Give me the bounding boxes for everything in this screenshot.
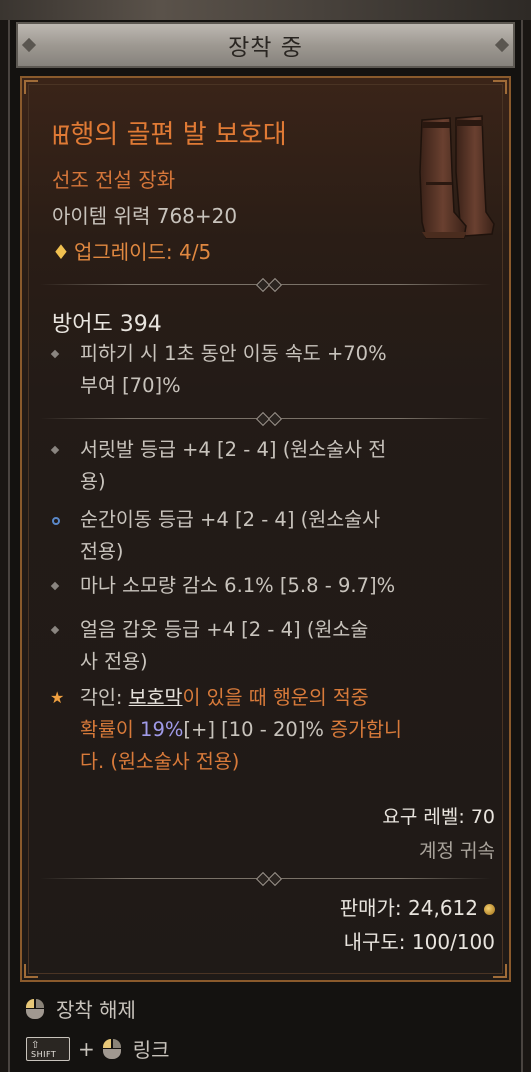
required-level: 요구 레벨: 70 (382, 806, 495, 828)
header-corner-right (494, 37, 510, 53)
affix-text: 사 전용) (80, 650, 148, 673)
affix-text: 부여 [70]% (80, 374, 181, 397)
divider-ornament (267, 277, 283, 293)
affix-text: 전용) (80, 540, 124, 563)
affix-bullet (50, 625, 60, 635)
affix-row: 얼음 갑옷 등급 +4 [2 - 4] (원소술 사 전용) (50, 614, 492, 678)
boots-icon (419, 115, 495, 239)
section-divider (40, 411, 491, 427)
affix-row: 서릿발 등급 +4 [2 - 4] (원소술사 전 용) (50, 434, 492, 498)
affix-text: 피하기 시 1초 동안 이동 속도 +70% (80, 342, 387, 365)
implicit-affix: 피하기 시 1초 동안 이동 속도 +70% 부여 [70]% (50, 338, 492, 402)
plus-sign: + (78, 1036, 95, 1061)
star-icon: ★ (50, 688, 65, 707)
unequip-label: 장착 해제 (56, 998, 136, 1022)
greater-affix-icon (52, 517, 60, 525)
header-title: 장착 중 (228, 35, 303, 61)
affix-text: 용) (80, 470, 106, 493)
affix-row: 순간이동 등급 +4 [2 - 4] (원소술사 전용) (52, 504, 492, 568)
affix-text: 서릿발 등급 +4 [2 - 4] (원소술사 전 (80, 438, 387, 461)
aspect-prefix: 각인: (80, 686, 129, 709)
sell-text: 판매가: 24,612 (339, 896, 478, 920)
affix-text: 순간이동 등급 +4 [2 - 4] (원소술사 (80, 508, 381, 531)
aspect-line: 다. (원소술사 전용) (80, 750, 240, 773)
panel-corner-ornament (493, 80, 507, 94)
aspect-text: 확률이 (80, 718, 141, 741)
shift-key-icon: ⇧ SHIFT (26, 1036, 70, 1061)
account-bound: 계정 귀속 (419, 840, 495, 862)
aspect-text: 증가합니 (323, 718, 402, 741)
link-action[interactable]: ⇧ SHIFT + 링크 (26, 1034, 170, 1063)
aspect-range: [+] [10 - 20]% (183, 718, 324, 741)
sparkle-icon: ♦ (52, 240, 70, 264)
unequip-action[interactable]: 장착 해제 (26, 994, 136, 1023)
aspect-text: 이 있을 때 행운의 적중 (182, 686, 369, 709)
gold-coin-icon (484, 904, 495, 915)
divider-ornament (267, 411, 283, 427)
shift-key-label: SHIFT (31, 1049, 57, 1059)
section-divider (40, 871, 491, 887)
left-click-mouse-icon (102, 1038, 121, 1059)
affix-row: 마나 소모량 감소 6.1% [5.8 - 9.7]% (50, 570, 492, 602)
affix-bullet (50, 445, 60, 455)
section-divider (40, 277, 491, 293)
affix-text: 얼음 갑옷 등급 +4 [2 - 4] (원소술 (80, 618, 369, 641)
aspect-value: 19% (140, 718, 184, 741)
aspect-line: 확률이 19%[+] [10 - 20]% 증가합니 (80, 714, 492, 746)
tooltip-header: 장착 중 (16, 22, 515, 68)
panel-corner-ornament (493, 964, 507, 978)
right-click-mouse-icon (26, 998, 44, 1019)
background-strip (0, 0, 531, 20)
aspect-line: 각인: 보호막이 있을 때 행운의 적중 (80, 682, 492, 714)
header-corner-left (21, 37, 37, 53)
affix-text: 마나 소모량 감소 6.1% [5.8 - 9.7]% (80, 574, 396, 597)
link-label: 링크 (132, 1038, 170, 1062)
divider-ornament (267, 871, 283, 887)
affix-bullet (50, 349, 60, 359)
durability: 내구도: 100/100 (343, 930, 495, 954)
upgrade-text: 업그레이드: 4/5 (73, 240, 212, 264)
item-power: 아이템 위력 768+20 (52, 204, 238, 228)
sell-value: 판매가: 24,612 (340, 892, 495, 921)
affix-bullet (50, 581, 60, 591)
panel-corner-ornament (24, 80, 38, 94)
item-type: 선조 전설 장화 (52, 168, 176, 192)
item-name: ꡅ행의 골편 발 보호대 (52, 120, 287, 150)
aspect-keyword[interactable]: 보호막 (129, 686, 183, 709)
armor-stat: 방어도 394 (52, 312, 162, 337)
panel-corner-ornament (24, 964, 38, 978)
legendary-aspect: ★ 각인: 보호막이 있을 때 행운의 적중 확률이 19%[+] [10 - … (50, 682, 492, 778)
item-upgrade: ♦ 업그레이드: 4/5 (52, 236, 211, 265)
